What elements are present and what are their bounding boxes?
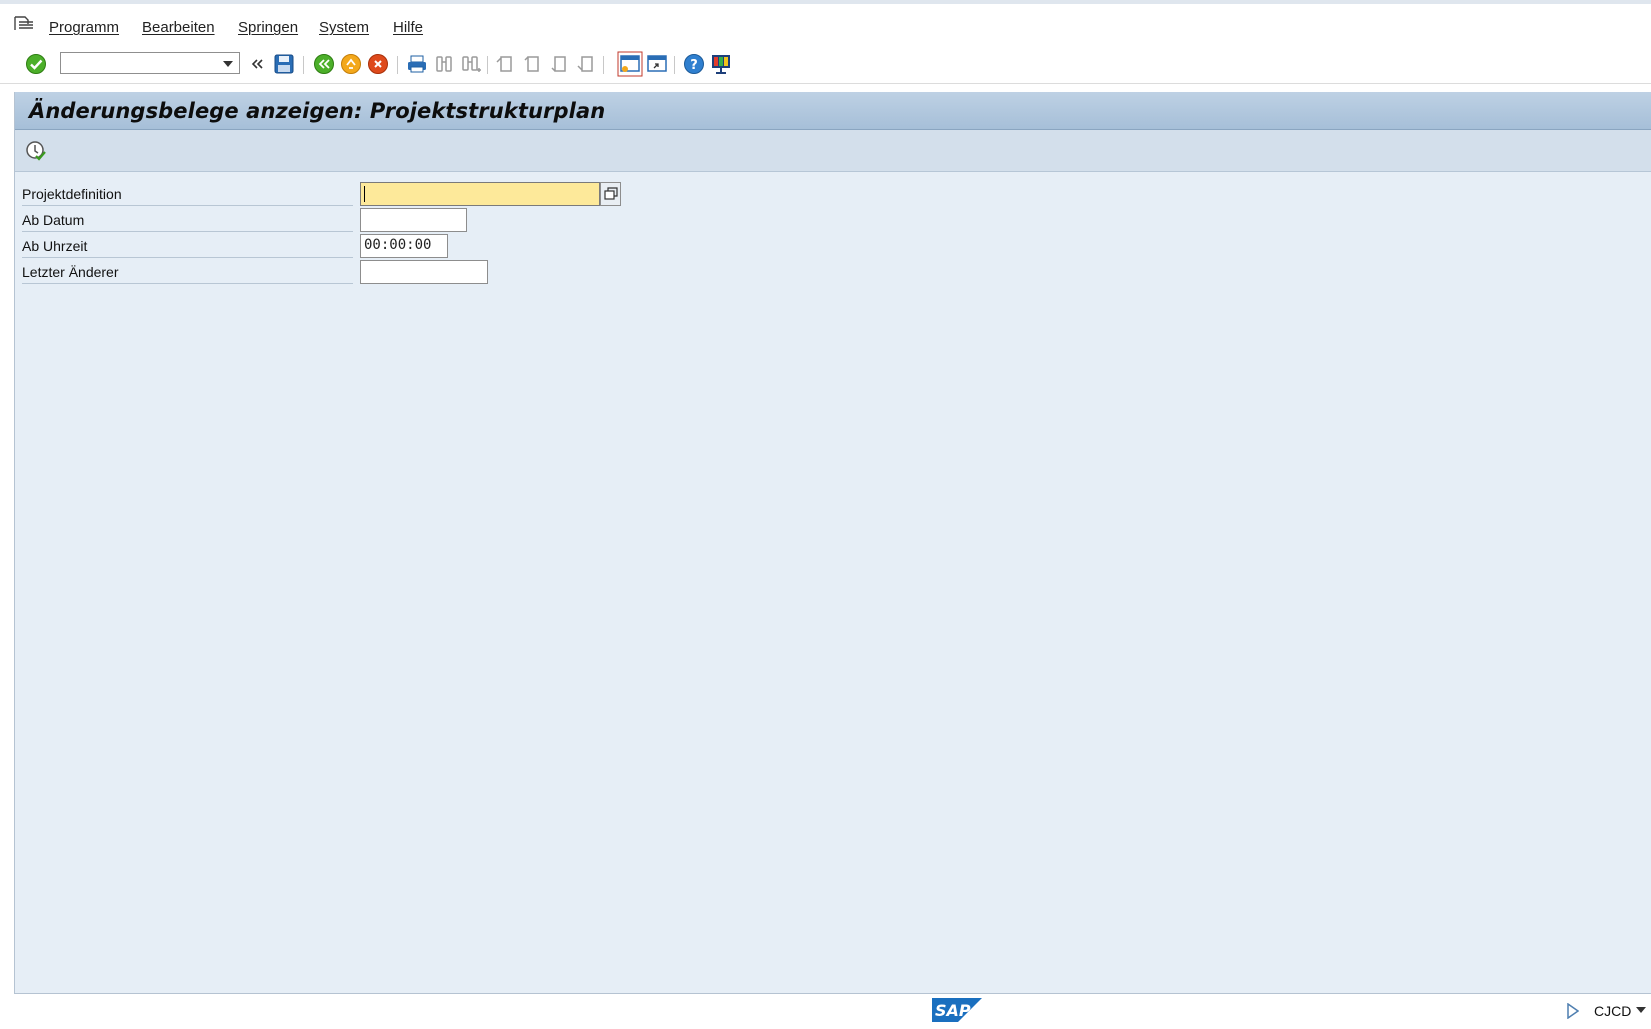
svg-text:?: ? (690, 58, 698, 73)
value-help-icon (604, 187, 618, 200)
form-row-projektdefinition: Projektdefinition (22, 180, 353, 206)
find-icon[interactable] (433, 53, 455, 75)
play-icon[interactable] (1567, 1003, 1579, 1019)
previous-page-icon[interactable] (521, 53, 543, 75)
form-row-ab-uhrzeit: Ab Uhrzeit (22, 232, 353, 258)
find-next-icon[interactable] (460, 53, 482, 75)
enter-icon[interactable] (25, 53, 47, 75)
customize-layout-icon[interactable] (710, 53, 732, 75)
text-cursor (364, 186, 365, 202)
standard-toolbar: ? (0, 44, 1651, 84)
ab-uhrzeit-field[interactable]: 00:00:00 (360, 234, 448, 258)
menu-item-springen[interactable]: Springen (238, 19, 298, 36)
ab-uhrzeit-label: Ab Uhrzeit (22, 238, 88, 254)
transaction-code: CJCD (1594, 1003, 1632, 1019)
command-field[interactable] (60, 52, 240, 74)
first-page-icon[interactable] (494, 53, 516, 75)
toolbar-separator (674, 56, 675, 74)
new-session-icon[interactable] (617, 51, 643, 77)
status-bar: SAP CJCD (0, 994, 1651, 1029)
letzter-aenderer-label: Letzter Änderer (22, 264, 119, 280)
save-icon[interactable] (273, 53, 295, 75)
page-title: Änderungsbelege anzeigen: Projektstruktu… (29, 99, 606, 123)
menu-item-system[interactable]: System (319, 19, 369, 36)
cancel-icon[interactable] (367, 53, 389, 75)
toolbar-separator (603, 56, 604, 74)
ab-datum-label: Ab Datum (22, 212, 85, 228)
ab-datum-field[interactable] (360, 208, 467, 232)
menu-icon[interactable] (14, 16, 34, 32)
print-icon[interactable] (406, 53, 428, 75)
chevron-down-icon[interactable] (223, 61, 233, 67)
help-icon[interactable]: ? (683, 53, 705, 75)
last-page-icon[interactable] (575, 53, 597, 75)
toolbar-separator (397, 56, 398, 74)
menu-item-bearbeiten[interactable]: Bearbeiten (142, 19, 215, 36)
toolbar-separator (487, 56, 488, 74)
title-bar: Änderungsbelege anzeigen: Projektstruktu… (15, 92, 1651, 130)
projektdefinition-label: Projektdefinition (22, 186, 122, 202)
menu-item-hilfe[interactable]: Hilfe (393, 19, 423, 36)
back-icon[interactable] (313, 53, 335, 75)
next-page-icon[interactable] (548, 53, 570, 75)
form-row-ab-datum: Ab Datum (22, 206, 353, 232)
application-toolbar (15, 130, 1651, 172)
projektdefinition-field[interactable] (360, 182, 600, 206)
chevron-down-icon[interactable] (1636, 1007, 1646, 1013)
main-frame: Änderungsbelege anzeigen: Projektstruktu… (14, 92, 1651, 994)
shortcut-icon[interactable] (646, 53, 668, 75)
menu-item-programm[interactable]: Programm (49, 19, 119, 36)
sap-logo-text: SAP (935, 1001, 971, 1020)
letzter-aenderer-field[interactable] (360, 260, 488, 284)
form-row-letzter-aenderer: Letzter Änderer (22, 258, 353, 284)
value-help-button[interactable] (600, 182, 621, 206)
collapse-icon[interactable] (247, 53, 269, 75)
ab-uhrzeit-value: 00:00:00 (364, 237, 432, 253)
toolbar-separator (303, 56, 304, 74)
sap-logo: SAP (932, 998, 982, 1022)
menu-bar: Programm Bearbeiten Springen System Hilf… (0, 0, 1651, 44)
exit-icon[interactable] (340, 53, 362, 75)
execute-icon[interactable] (25, 140, 47, 162)
